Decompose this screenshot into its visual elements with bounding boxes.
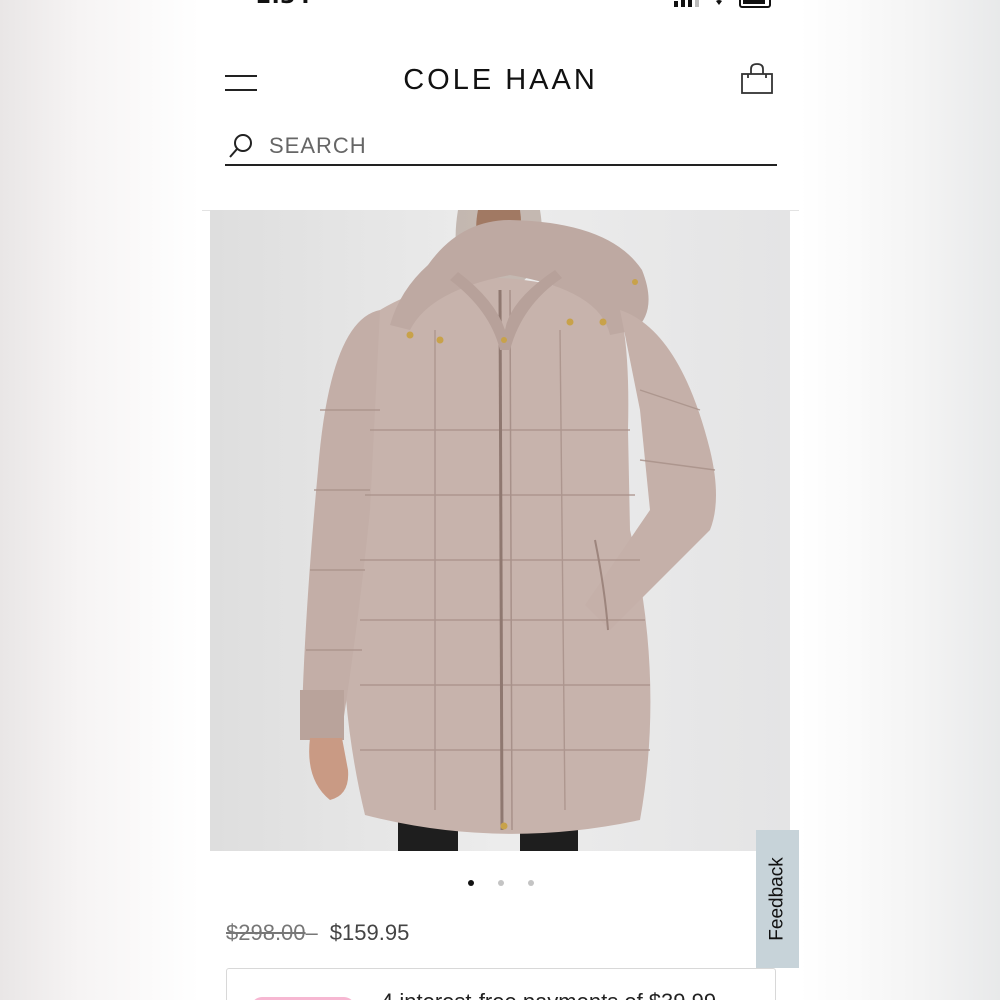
carousel-dot-2[interactable] bbox=[497, 880, 504, 886]
wifi-icon bbox=[716, 0, 722, 5]
price-separator: – bbox=[305, 920, 318, 945]
search-bar[interactable] bbox=[225, 128, 777, 166]
installment-text: 4 interest-free payments of $39.99 bbox=[381, 989, 716, 1000]
carousel-dot-1[interactable] bbox=[467, 880, 474, 886]
status-time: 2:34 bbox=[256, 0, 311, 9]
carousel-dots bbox=[202, 880, 799, 886]
signal-icon bbox=[674, 0, 699, 7]
shopping-bag-icon[interactable] bbox=[740, 62, 774, 96]
coat-illustration bbox=[210, 210, 790, 851]
battery-icon bbox=[739, 0, 771, 8]
feedback-tab[interactable]: Feedback bbox=[756, 830, 799, 968]
search-input[interactable] bbox=[269, 133, 749, 159]
site-header: COLE HAAN bbox=[202, 40, 799, 211]
sale-price: $159.95 bbox=[329, 920, 410, 945]
original-price: $298.00 bbox=[226, 920, 306, 945]
search-icon bbox=[229, 134, 252, 158]
carousel-dot-3[interactable] bbox=[527, 880, 534, 886]
phone-screen: 2:34 COLE HAAN bbox=[202, 0, 799, 1000]
installment-banner[interactable]: 4 interest-free payments of $39.99 bbox=[226, 968, 776, 1000]
status-icons bbox=[674, 0, 771, 8]
feedback-label: Feedback bbox=[766, 857, 788, 941]
product-image[interactable] bbox=[210, 210, 790, 851]
price: $298.00– $159.95 bbox=[226, 920, 409, 946]
brand-logo[interactable]: COLE HAAN bbox=[202, 64, 799, 97]
